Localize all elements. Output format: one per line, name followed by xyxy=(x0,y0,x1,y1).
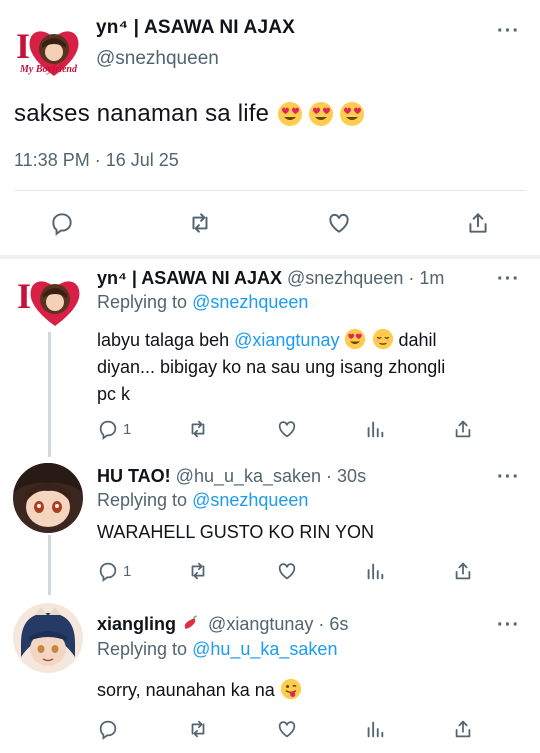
avatar[interactable] xyxy=(13,603,83,673)
chili-pepper-emoji-icon xyxy=(184,615,197,629)
share-icon[interactable] xyxy=(465,210,491,236)
avatar[interactable] xyxy=(13,463,83,533)
share-icon[interactable] xyxy=(452,718,474,740)
more-options-icon[interactable]: ··· xyxy=(497,268,520,291)
reply-header: HU TAO! @hu_u_ka_saken · 30s xyxy=(97,466,366,487)
heart-eyes-emoji-icon xyxy=(309,102,334,126)
reply-text-line: diyan... bibigay ko na sau ung isang zho… xyxy=(97,357,446,377)
reply-text-line: pc k xyxy=(97,384,131,404)
display-name[interactable]: HU TAO! xyxy=(97,466,171,486)
heart-eyes-emoji-icon xyxy=(345,328,366,350)
avatar[interactable]: I xyxy=(14,264,84,332)
replying-to-label: Replying to xyxy=(97,639,188,659)
handle[interactable]: @snezhqueen xyxy=(96,48,219,70)
analytics-icon[interactable] xyxy=(364,718,386,740)
divider xyxy=(14,190,526,191)
heart-eyes-emoji-icon xyxy=(278,102,303,126)
section-separator xyxy=(0,255,540,259)
tweet-text-body: sakses nanaman sa life xyxy=(14,100,270,127)
reply-text-body: sorry, naunahan ka na xyxy=(97,680,275,700)
reply-count: 1 xyxy=(123,563,132,580)
like-icon[interactable] xyxy=(326,210,352,236)
reply-icon[interactable] xyxy=(97,560,119,582)
replying-to-link[interactable]: @snezhqueen xyxy=(192,292,308,312)
display-name[interactable]: yn⁴ | ASAWA NI AJAX xyxy=(96,17,295,39)
handle-time[interactable]: @hu_u_ka_saken · 30s xyxy=(176,466,366,486)
reply-header: xiangling @xiangtunay · 6s xyxy=(97,614,348,635)
thread-line xyxy=(48,535,51,595)
reply-icon[interactable] xyxy=(97,418,119,440)
analytics-icon[interactable] xyxy=(364,418,386,440)
mention-link[interactable]: @xiangtunay xyxy=(234,330,339,350)
reply-header: yn⁴ | ASAWA NI AJAX @snezhqueen · 1m xyxy=(97,268,444,289)
like-icon[interactable] xyxy=(276,418,298,440)
more-options-icon[interactable]: ··· xyxy=(497,466,520,489)
like-icon[interactable] xyxy=(276,718,298,740)
avatar[interactable]: I My Boyfriend xyxy=(14,14,82,82)
retweet-icon[interactable] xyxy=(187,560,209,582)
reply-count: 1 xyxy=(123,421,132,438)
display-name[interactable]: xiangling xyxy=(97,614,176,634)
timestamp[interactable]: 11:38 PM · 16 Jul 25 xyxy=(14,150,179,171)
svg-text:I: I xyxy=(17,276,31,316)
thread-line xyxy=(48,332,51,457)
retweet-icon[interactable] xyxy=(187,718,209,740)
reply-text: sorry, naunahan ka na xyxy=(97,677,517,703)
share-icon[interactable] xyxy=(452,418,474,440)
reply-text: WARAHELL GUSTO KO RIN YON xyxy=(97,522,375,542)
replying-to-label: Replying to xyxy=(97,292,188,312)
replying-to-label: Replying to xyxy=(97,490,188,510)
replying-to-link[interactable]: @snezhqueen xyxy=(192,490,308,510)
more-options-icon[interactable]: ··· xyxy=(497,614,520,637)
tweet-text: sakses nanaman sa life xyxy=(14,100,365,128)
replying-to: Replying to @snezhqueen xyxy=(97,490,308,511)
handle-time[interactable]: @snezhqueen · 1m xyxy=(287,268,444,288)
display-name[interactable]: yn⁴ | ASAWA NI AJAX xyxy=(97,268,282,288)
replying-to: Replying to @hu_u_ka_saken xyxy=(97,639,337,660)
like-icon[interactable] xyxy=(276,560,298,582)
reply-text: labyu talaga beh @xiangtunay dahil diyan… xyxy=(97,327,517,407)
retweet-icon[interactable] xyxy=(187,210,213,236)
reply-icon[interactable] xyxy=(97,718,119,740)
svg-text:I: I xyxy=(16,26,30,66)
winking-tongue-emoji-icon xyxy=(280,678,301,700)
heart-eyes-emoji-icon xyxy=(340,102,365,126)
reply-icon[interactable] xyxy=(49,210,75,236)
relieved-face-emoji-icon xyxy=(372,328,393,350)
retweet-icon[interactable] xyxy=(187,418,209,440)
reply-text-part: dahil xyxy=(398,330,437,350)
analytics-icon[interactable] xyxy=(364,560,386,582)
avatar-caption: My Boyfriend xyxy=(20,64,77,75)
handle-time[interactable]: @xiangtunay · 6s xyxy=(208,614,348,634)
replying-to: Replying to @snezhqueen xyxy=(97,292,308,313)
more-options-icon[interactable]: ··· xyxy=(497,20,520,43)
reply-text-part: labyu talaga beh xyxy=(97,330,230,350)
share-icon[interactable] xyxy=(452,560,474,582)
replying-to-link[interactable]: @hu_u_ka_saken xyxy=(192,639,337,659)
